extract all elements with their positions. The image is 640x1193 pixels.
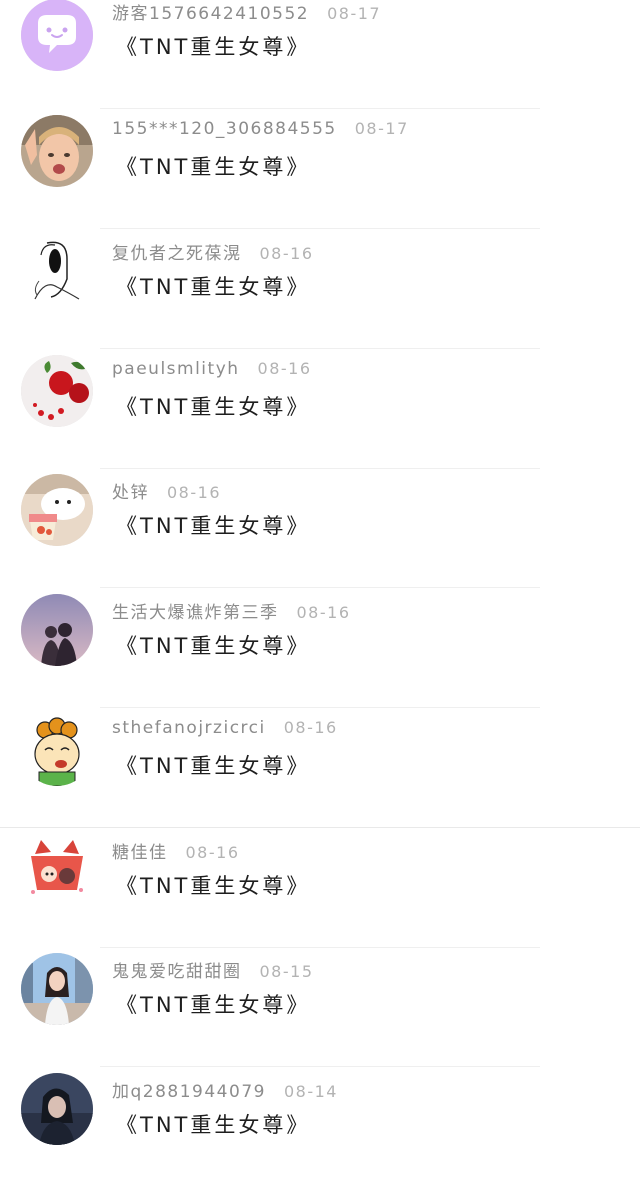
comment-date: 08-17 (354, 119, 409, 138)
child-photo-avatar[interactable] (21, 115, 93, 187)
username[interactable]: 游客1576642410552 (112, 4, 309, 24)
purple-chat-bubble-avatar[interactable] (21, 0, 93, 71)
comment-item[interactable]: paeulsmlityh 08-16 《TNT重生女尊》 (0, 355, 640, 475)
username[interactable]: 鬼鬼爱吃甜甜圈 (112, 962, 242, 982)
comment-date: 08-16 (167, 483, 221, 502)
comment-meta: 糖佳佳 08-16 (112, 838, 240, 863)
comment-date: 08-16 (296, 603, 351, 622)
couple-sunset-avatar[interactable] (21, 594, 93, 666)
comment-text: 《TNT重生女尊》 (116, 395, 311, 419)
comment-text: 《TNT重生女尊》 (116, 35, 311, 59)
username[interactable]: sthefanojrzicrci (112, 718, 266, 738)
comment-item[interactable]: 鬼鬼爱吃甜甜圈 08-15 《TNT重生女尊》 (0, 953, 640, 1073)
divider (0, 826, 640, 828)
comment-item[interactable]: 复仇者之死葆滉 08-16 《TNT重生女尊》 (0, 235, 640, 355)
comment-meta: 155***120_306884555 08-17 (112, 119, 409, 139)
comment-text: 《TNT重生女尊》 (116, 1113, 311, 1137)
comment-meta: sthefanojrzicrci 08-16 (112, 718, 338, 738)
username[interactable]: 生活大爆谯炸第三季 (112, 603, 279, 623)
divider (100, 1065, 540, 1067)
username[interactable]: 处锌 (112, 483, 149, 503)
anime-girl-avatar[interactable] (21, 834, 93, 906)
city-girl-avatar[interactable] (21, 953, 93, 1025)
roses-avatar[interactable] (21, 355, 93, 427)
comment-text: 《TNT重生女尊》 (116, 634, 311, 658)
comment-date: 08-14 (283, 1082, 338, 1101)
username[interactable]: 糖佳佳 (112, 843, 168, 863)
divider (100, 227, 540, 229)
comment-text: 《TNT重生女尊》 (116, 275, 311, 299)
comment-meta: 游客1576642410552 08-17 (112, 0, 381, 24)
divider (100, 107, 540, 109)
username[interactable]: 复仇者之死葆滉 (112, 244, 242, 264)
comment-date: 08-16 (283, 718, 338, 737)
comment-list: 游客1576642410552 08-17 《TNT重生女尊》 155***120… (0, 0, 640, 1175)
comment-meta: 处锌 08-16 (112, 478, 221, 503)
comment-text: 《TNT重生女尊》 (116, 874, 311, 898)
comment-text: 《TNT重生女尊》 (116, 155, 311, 179)
comment-meta: 加q2881944079 08-14 (112, 1077, 338, 1102)
comment-date: 08-15 (259, 962, 314, 981)
bear-cup-avatar[interactable] (21, 474, 93, 546)
comment-meta: paeulsmlityh 08-16 (112, 359, 312, 379)
divider (100, 347, 540, 349)
sketch-girl-avatar[interactable] (21, 235, 93, 307)
username[interactable]: 155***120_306884555 (112, 119, 337, 139)
cartoon-boy-avatar[interactable] (21, 714, 93, 786)
comment-meta: 生活大爆谯炸第三季 08-16 (112, 598, 351, 623)
dark-portrait-avatar[interactable] (21, 1073, 93, 1145)
username[interactable]: paeulsmlityh (112, 359, 240, 379)
divider (100, 706, 540, 708)
comment-text: 《TNT重生女尊》 (116, 993, 311, 1017)
comment-date: 08-16 (185, 843, 240, 862)
comment-meta: 复仇者之死葆滉 08-16 (112, 239, 314, 264)
comment-item[interactable]: 处锌 08-16 《TNT重生女尊》 (0, 474, 640, 594)
comment-date: 08-16 (259, 244, 314, 263)
comment-date: 08-17 (327, 4, 382, 23)
comment-item[interactable]: 游客1576642410552 08-17 《TNT重生女尊》 (0, 0, 640, 115)
comment-item[interactable]: 生活大爆谯炸第三季 08-16 《TNT重生女尊》 (0, 594, 640, 714)
comment-item[interactable]: sthefanojrzicrci 08-16 《TNT重生女尊》 (0, 714, 640, 834)
comment-text: 《TNT重生女尊》 (116, 754, 311, 778)
comment-date: 08-16 (257, 359, 312, 378)
comment-text: 《TNT重生女尊》 (116, 514, 311, 538)
comment-meta: 鬼鬼爱吃甜甜圈 08-15 (112, 957, 314, 982)
divider (100, 467, 540, 469)
comment-item[interactable]: 糖佳佳 08-16 《TNT重生女尊》 (0, 834, 640, 954)
divider (100, 946, 540, 948)
divider (100, 586, 540, 588)
comment-item[interactable]: 155***120_306884555 08-17 《TNT重生女尊》 (0, 115, 640, 235)
username[interactable]: 加q2881944079 (112, 1082, 266, 1102)
